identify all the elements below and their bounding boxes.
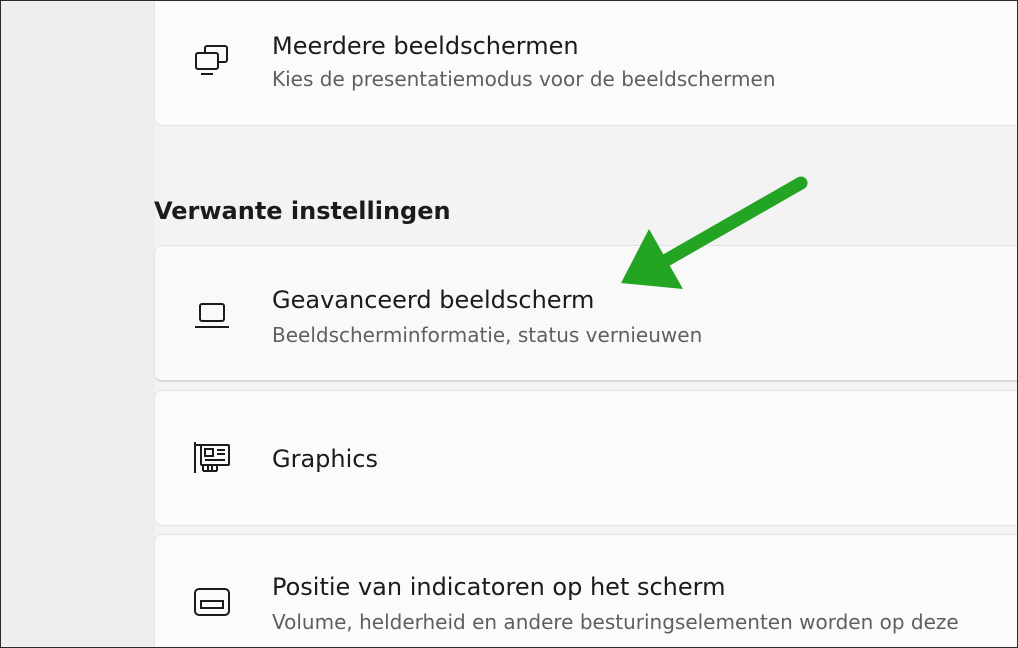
indicator-position-title: Positie van indicatoren op het scherm bbox=[272, 573, 726, 601]
graphics-card[interactable]: Graphics bbox=[154, 390, 1017, 526]
advanced-display-title: Geavanceerd beeldscherm bbox=[272, 286, 595, 314]
green-arrow-annotation bbox=[621, 176, 808, 289]
multiple-displays-description: Kies de presentatiemodus voor de beeldsc… bbox=[272, 67, 776, 91]
advanced-display-card[interactable]: Geavanceerd beeldscherm Beeldscherminfor… bbox=[154, 245, 1017, 382]
multiple-displays-title: Meerdere beeldschermen bbox=[272, 32, 579, 60]
advanced-display-description: Beeldscherminformatie, status vernieuwen bbox=[272, 323, 703, 347]
multiple-displays-icon bbox=[191, 40, 233, 82]
indicator-position-card[interactable]: Positie van indicatoren op het scherm Vo… bbox=[154, 534, 1017, 647]
navigation-pane-edge bbox=[1, 1, 155, 647]
related-settings-header: Verwante instellingen bbox=[154, 197, 451, 225]
indicator-position-icon bbox=[191, 581, 233, 623]
graphics-card-icon bbox=[191, 437, 233, 479]
multiple-displays-card[interactable]: Meerdere beeldschermen Kies de presentat… bbox=[154, 1, 1017, 126]
indicator-position-description: Volume, helderheid en andere besturingse… bbox=[272, 610, 959, 634]
settings-page: Meerdere beeldschermen Kies de presentat… bbox=[0, 0, 1018, 648]
graphics-title: Graphics bbox=[272, 445, 378, 473]
laptop-icon bbox=[191, 294, 233, 336]
